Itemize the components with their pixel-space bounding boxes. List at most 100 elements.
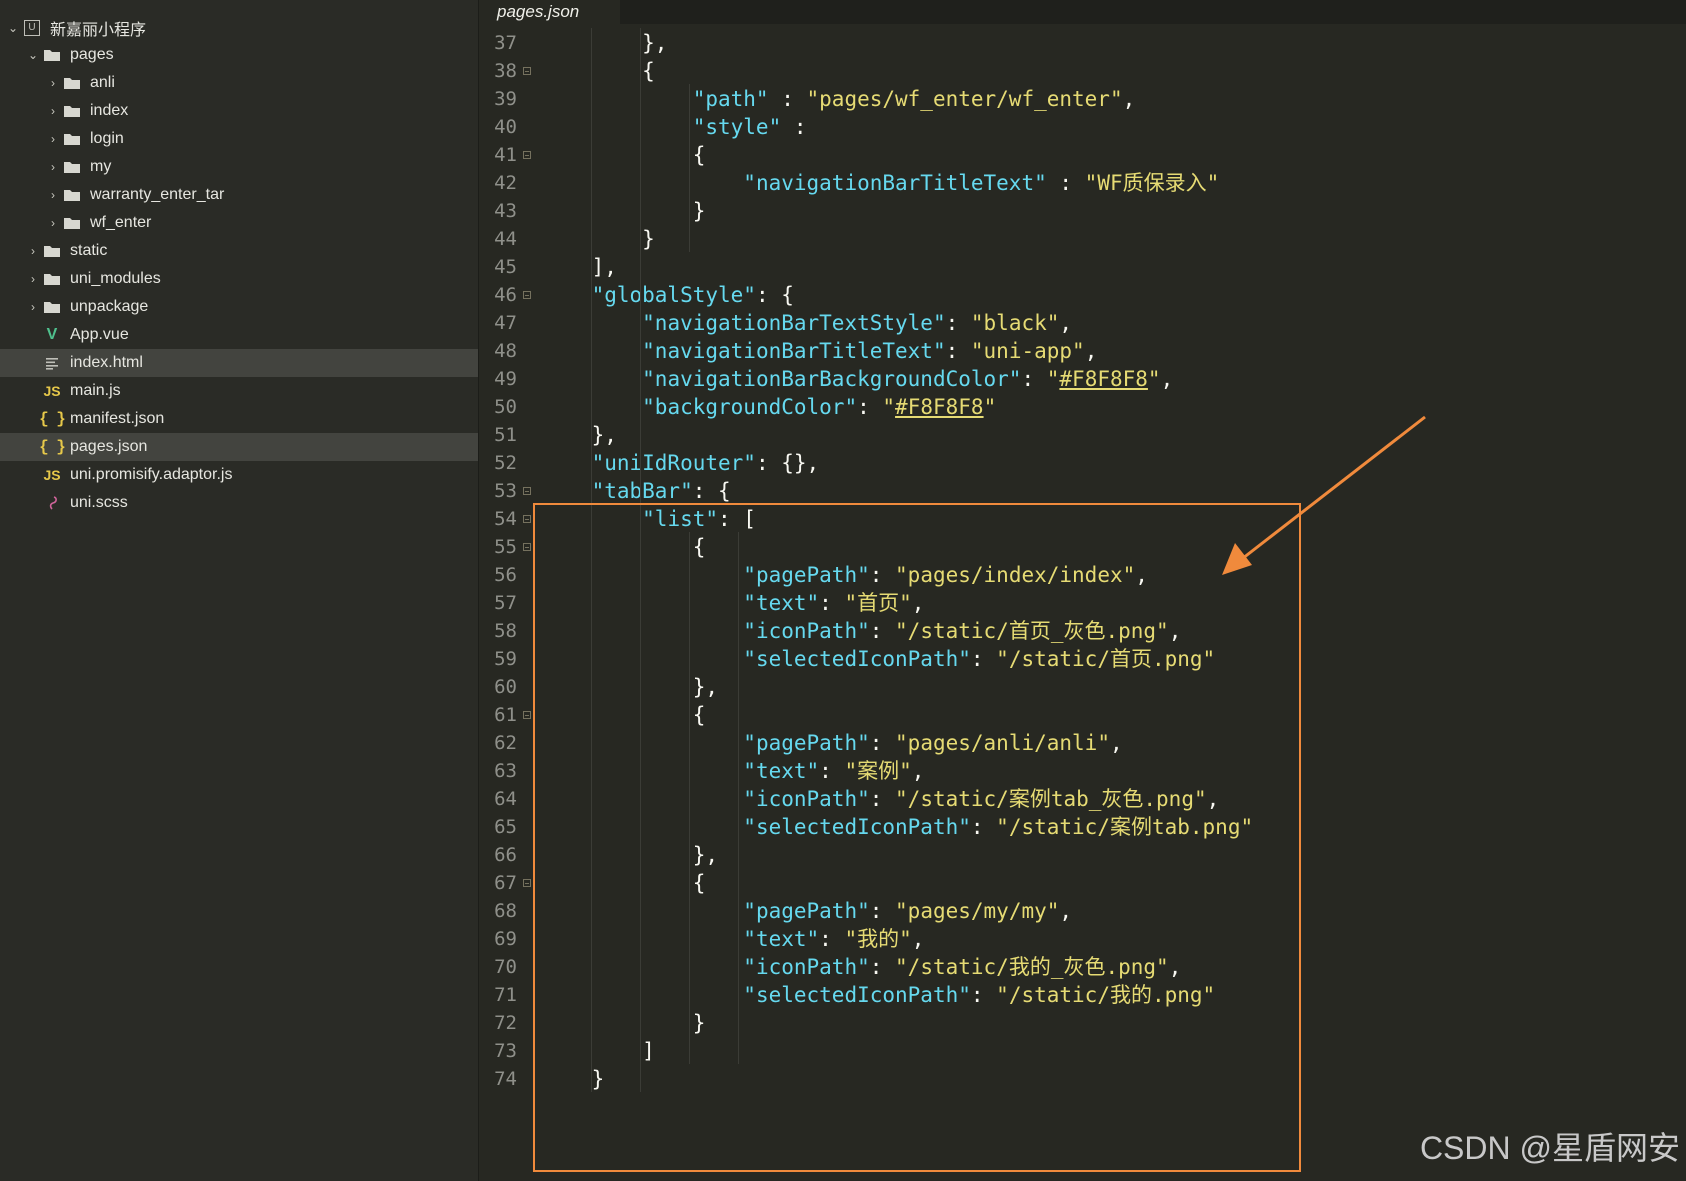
code-line[interactable]: 37 }, <box>479 28 1686 58</box>
code-line[interactable]: 43 } <box>479 196 1686 226</box>
code-line[interactable]: 48 "navigationBarTitleText": "uni-app", <box>479 336 1686 366</box>
fold-toggle-icon[interactable] <box>523 711 531 719</box>
tree-item[interactable]: › wf_enter <box>0 209 478 237</box>
code-line[interactable]: 53 "tabBar": { <box>479 476 1686 506</box>
code-line[interactable]: 57 "text": "首页", <box>479 588 1686 618</box>
code-text: "pagePath": "pages/my/my", <box>743 899 1073 923</box>
code-line[interactable]: 42 "navigationBarTitleText" : "WF质保录入" <box>479 168 1686 198</box>
code-line[interactable]: 64 "iconPath": "/static/案例tab_灰色.png", <box>479 784 1686 814</box>
code-line[interactable]: 60 }, <box>479 672 1686 702</box>
chevron-down-icon[interactable]: ⌄ <box>4 21 22 35</box>
code-line[interactable]: 68 "pagePath": "pages/my/my", <box>479 896 1686 926</box>
code-line[interactable]: 56 "pagePath": "pages/index/index", <box>479 560 1686 590</box>
code-text: { <box>541 703 706 727</box>
js-badge: JS <box>43 467 61 483</box>
fold-toggle-icon[interactable] <box>523 543 531 551</box>
code-line[interactable]: 45 ], <box>479 252 1686 282</box>
code-line[interactable]: 71 "selectedIconPath": "/static/我的.png" <box>479 980 1686 1010</box>
chevron-right-icon[interactable]: › <box>44 216 62 230</box>
code-line[interactable]: 70 "iconPath": "/static/我的_灰色.png", <box>479 952 1686 982</box>
chevron-right-icon[interactable]: › <box>44 76 62 90</box>
tree-item[interactable]: › index <box>0 97 478 125</box>
tree-item[interactable]: V App.vue <box>0 321 478 349</box>
code-text: }, <box>541 675 719 699</box>
code-line[interactable]: 54 "list": [ <box>479 504 1686 534</box>
code-line[interactable]: 61 { <box>479 700 1686 730</box>
code-line[interactable]: 73 ] <box>479 1036 1686 1066</box>
tree-item-label: wf_enter <box>90 214 152 231</box>
code-line[interactable]: 40 "style" : <box>479 112 1686 142</box>
chevron-right-icon[interactable]: › <box>44 160 62 174</box>
chevron-right-icon[interactable]: › <box>44 188 62 202</box>
tree-item[interactable]: › uni_modules <box>0 265 478 293</box>
tree-item[interactable]: uni.scss <box>0 489 478 517</box>
code-line[interactable]: 39 "path" : "pages/wf_enter/wf_enter", <box>479 84 1686 114</box>
fold-toggle-icon[interactable] <box>523 487 531 495</box>
code-line[interactable]: 69 "text": "我的", <box>479 924 1686 954</box>
code-line[interactable]: 49 "navigationBarBackgroundColor": "#F8F… <box>479 364 1686 394</box>
tree-item[interactable]: › my <box>0 153 478 181</box>
fold-toggle-icon[interactable] <box>523 291 531 299</box>
tree-item[interactable]: › anli <box>0 69 478 97</box>
tab-pages-json[interactable]: pages.json <box>479 0 620 24</box>
tree-item[interactable]: › login <box>0 125 478 153</box>
code-line[interactable]: 46 "globalStyle": { <box>479 280 1686 310</box>
chevron-right-icon[interactable]: › <box>44 104 62 118</box>
line-number: 41 <box>494 144 517 166</box>
code-line[interactable]: 62 "pagePath": "pages/anli/anli", <box>479 728 1686 758</box>
tree-item[interactable]: { } pages.json <box>0 433 478 461</box>
tree-item[interactable]: JS main.js <box>0 377 478 405</box>
file-explorer: ⌄ U 新嘉丽小程序 ⌄ pages › anli › index › login › my › wa… <box>0 0 479 1181</box>
code-line[interactable]: 65 "selectedIconPath": "/static/案例tab.pn… <box>479 812 1686 842</box>
chevron-right-icon[interactable]: › <box>24 272 42 286</box>
code-editor[interactable]: 37 }, 38 {39 "path" : "pages/wf_enter/wf_… <box>479 24 1686 1181</box>
code-line[interactable]: 72 } <box>479 1008 1686 1038</box>
folder-open-icon <box>42 45 62 65</box>
code-text: "navigationBarTitleText" : "WF质保录入" <box>743 171 1220 195</box>
fold-toggle-icon[interactable] <box>523 67 531 75</box>
code-line[interactable]: 67 { <box>479 868 1686 898</box>
tree-item-label: my <box>90 158 112 175</box>
code-line[interactable]: 38 { <box>479 56 1686 86</box>
tree-item-label: pages <box>70 46 114 63</box>
tree-item-label: login <box>90 130 124 147</box>
tree-item-label: uni.promisify.adaptor.js <box>70 466 233 483</box>
code-line[interactable]: 55 { <box>479 532 1686 562</box>
tree-item-label: pages.json <box>70 438 148 455</box>
project-root[interactable]: ⌄ U 新嘉丽小程序 <box>0 14 478 42</box>
folder-icon <box>62 73 82 93</box>
line-number: 60 <box>494 676 517 698</box>
line-number: 58 <box>494 620 517 642</box>
code-line[interactable]: 74 } <box>479 1064 1686 1094</box>
code-line[interactable]: 63 "text": "案例", <box>479 756 1686 786</box>
code-line[interactable]: 50 "backgroundColor": "#F8F8F8" <box>479 392 1686 422</box>
tree-item[interactable]: › unpackage <box>0 293 478 321</box>
tree-item[interactable]: › static <box>0 237 478 265</box>
chevron-down-icon[interactable]: ⌄ <box>24 48 42 62</box>
code-line[interactable]: 58 "iconPath": "/static/首页_灰色.png", <box>479 616 1686 646</box>
code-line[interactable]: 66 }, <box>479 840 1686 870</box>
folder-icon <box>62 129 82 149</box>
chevron-right-icon[interactable]: › <box>24 300 42 314</box>
code-line[interactable]: 59 "selectedIconPath": "/static/首页.png" <box>479 644 1686 674</box>
code-line[interactable]: 47 "navigationBarTextStyle": "black", <box>479 308 1686 338</box>
tree-item[interactable]: index.html <box>0 349 478 377</box>
code-line[interactable]: 41 { <box>479 140 1686 170</box>
tree-item[interactable]: ⌄ pages <box>0 41 478 69</box>
fold-toggle-icon[interactable] <box>523 879 531 887</box>
chevron-right-icon[interactable]: › <box>44 132 62 146</box>
fold-toggle-icon[interactable] <box>523 151 531 159</box>
project-badge: U <box>24 20 40 36</box>
code-line[interactable]: 51 }, <box>479 420 1686 450</box>
fold-toggle-icon[interactable] <box>523 515 531 523</box>
tree-item-label: unpackage <box>70 298 149 315</box>
code-text: "iconPath": "/static/首页_灰色.png", <box>743 619 1182 643</box>
line-number: 71 <box>494 984 517 1006</box>
tree-item[interactable]: › warranty_enter_tar <box>0 181 478 209</box>
tree-item[interactable]: JS uni.promisify.adaptor.js <box>0 461 478 489</box>
tree-item[interactable]: { } manifest.json <box>0 405 478 433</box>
line-number: 50 <box>494 396 517 418</box>
chevron-right-icon[interactable]: › <box>24 244 42 258</box>
code-line[interactable]: 52 "uniIdRouter": {}, <box>479 448 1686 478</box>
code-line[interactable]: 44 } <box>479 224 1686 254</box>
